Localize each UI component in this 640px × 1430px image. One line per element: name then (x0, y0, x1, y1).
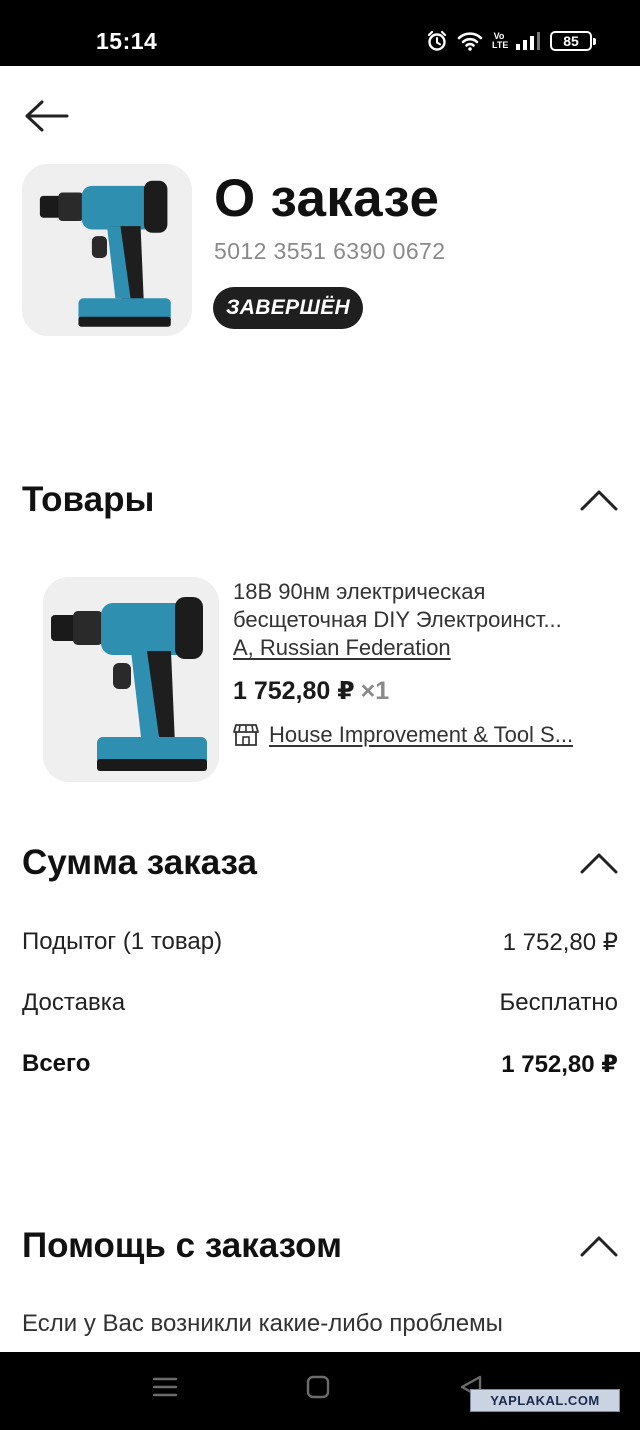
battery-icon: 85 (550, 31, 596, 51)
home-button[interactable] (306, 1374, 330, 1405)
product-title-line2: бесщеточная DIY Электроинст... (233, 607, 562, 632)
product-title-line1: 18В 90нм электрическая (233, 579, 486, 604)
collapse-products-button[interactable] (580, 488, 618, 512)
collapse-help-button[interactable] (580, 1234, 618, 1258)
back-button[interactable] (22, 96, 72, 136)
summary-label: Всего (22, 1050, 91, 1077)
help-text: Если у Вас возникли какие-либо проблемы (22, 1310, 503, 1337)
wifi-icon (457, 30, 483, 52)
summary-label: Подытог (1 товар) (22, 928, 223, 955)
product-image[interactable] (43, 577, 219, 782)
page-title: О заказе (214, 169, 440, 228)
arrow-left-icon (25, 100, 69, 132)
product-price: 1 752,80 ₽ (233, 677, 355, 705)
status-time: 15:14 (96, 28, 158, 54)
summary-row-subtotal: Подытог (1 товар) 1 752,80 ₽ (22, 928, 618, 957)
recent-apps-button[interactable] (152, 1374, 178, 1405)
order-product-image (22, 164, 192, 336)
summary-value: Бесплатно (499, 989, 618, 1016)
watermark: YAPLAKAL.COM (470, 1389, 620, 1412)
section-title-summary: Сумма заказа (22, 843, 258, 882)
status-badge: ЗАВЕРШЁН (213, 287, 363, 329)
chevron-up-icon (580, 490, 618, 511)
chevron-up-icon (580, 1236, 618, 1257)
alarm-icon (426, 30, 448, 52)
status-icons: Vo LTE 85 (426, 28, 596, 54)
product-variant-link[interactable]: A, Russian Federation (233, 634, 451, 662)
volte-icon: Vo LTE (492, 31, 509, 50)
summary-value: 1 752,80 ₽ (501, 1051, 618, 1078)
product-price-row: 1 752,80 ₽ ×1 (233, 676, 389, 706)
summary-label: Доставка (22, 989, 126, 1016)
product-quantity: ×1 (360, 677, 390, 705)
product-title[interactable]: 18В 90нм электрическая бесщеточная DIY Э… (233, 578, 613, 634)
store-icon (233, 724, 259, 746)
home-icon (306, 1375, 330, 1399)
summary-value: 1 752,80 ₽ (502, 929, 618, 956)
section-title-products: Товары (22, 480, 155, 519)
summary-row-total: Всего 1 752,80 ₽ (22, 1050, 618, 1079)
section-title-help: Помощь с заказом (22, 1226, 342, 1265)
collapse-summary-button[interactable] (580, 851, 618, 875)
summary-row-delivery: Доставка Бесплатно (22, 989, 618, 1017)
signal-icon (515, 31, 541, 51)
store-link[interactable]: House Improvement & Tool S... (233, 722, 573, 748)
chevron-up-icon (580, 853, 618, 874)
order-number: 5012 3551 6390 0672 (214, 238, 446, 264)
store-name: House Improvement & Tool S... (269, 722, 574, 747)
status-bar: 15:14 Vo LTE 85 (0, 0, 640, 66)
menu-icon (152, 1377, 178, 1397)
